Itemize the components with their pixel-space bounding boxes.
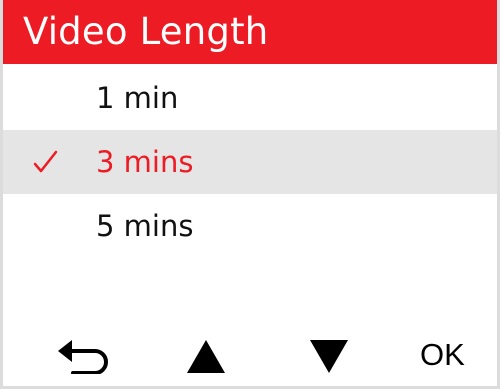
option-label: 5 mins xyxy=(96,209,194,243)
triangle-up-icon[interactable] xyxy=(185,330,227,380)
checkmark-icon xyxy=(33,130,63,194)
ok-button[interactable]: OK xyxy=(420,330,476,380)
control-bar: OK xyxy=(3,330,497,380)
option-label: 1 min xyxy=(96,81,179,115)
option-5-mins[interactable]: 5 mins xyxy=(3,194,497,258)
option-1-min[interactable]: 1 min xyxy=(3,66,497,130)
menu-title: Video Length xyxy=(3,0,497,64)
triangle-down-icon[interactable] xyxy=(308,330,350,380)
video-length-options: 1 min 3 mins 5 mins xyxy=(3,66,497,258)
option-label: 3 mins xyxy=(96,145,194,179)
back-return-icon[interactable] xyxy=(55,330,115,380)
option-3-mins[interactable]: 3 mins xyxy=(3,130,497,194)
video-length-menu-screen: Video Length 1 min 3 mins 5 mins OK xyxy=(0,0,500,389)
